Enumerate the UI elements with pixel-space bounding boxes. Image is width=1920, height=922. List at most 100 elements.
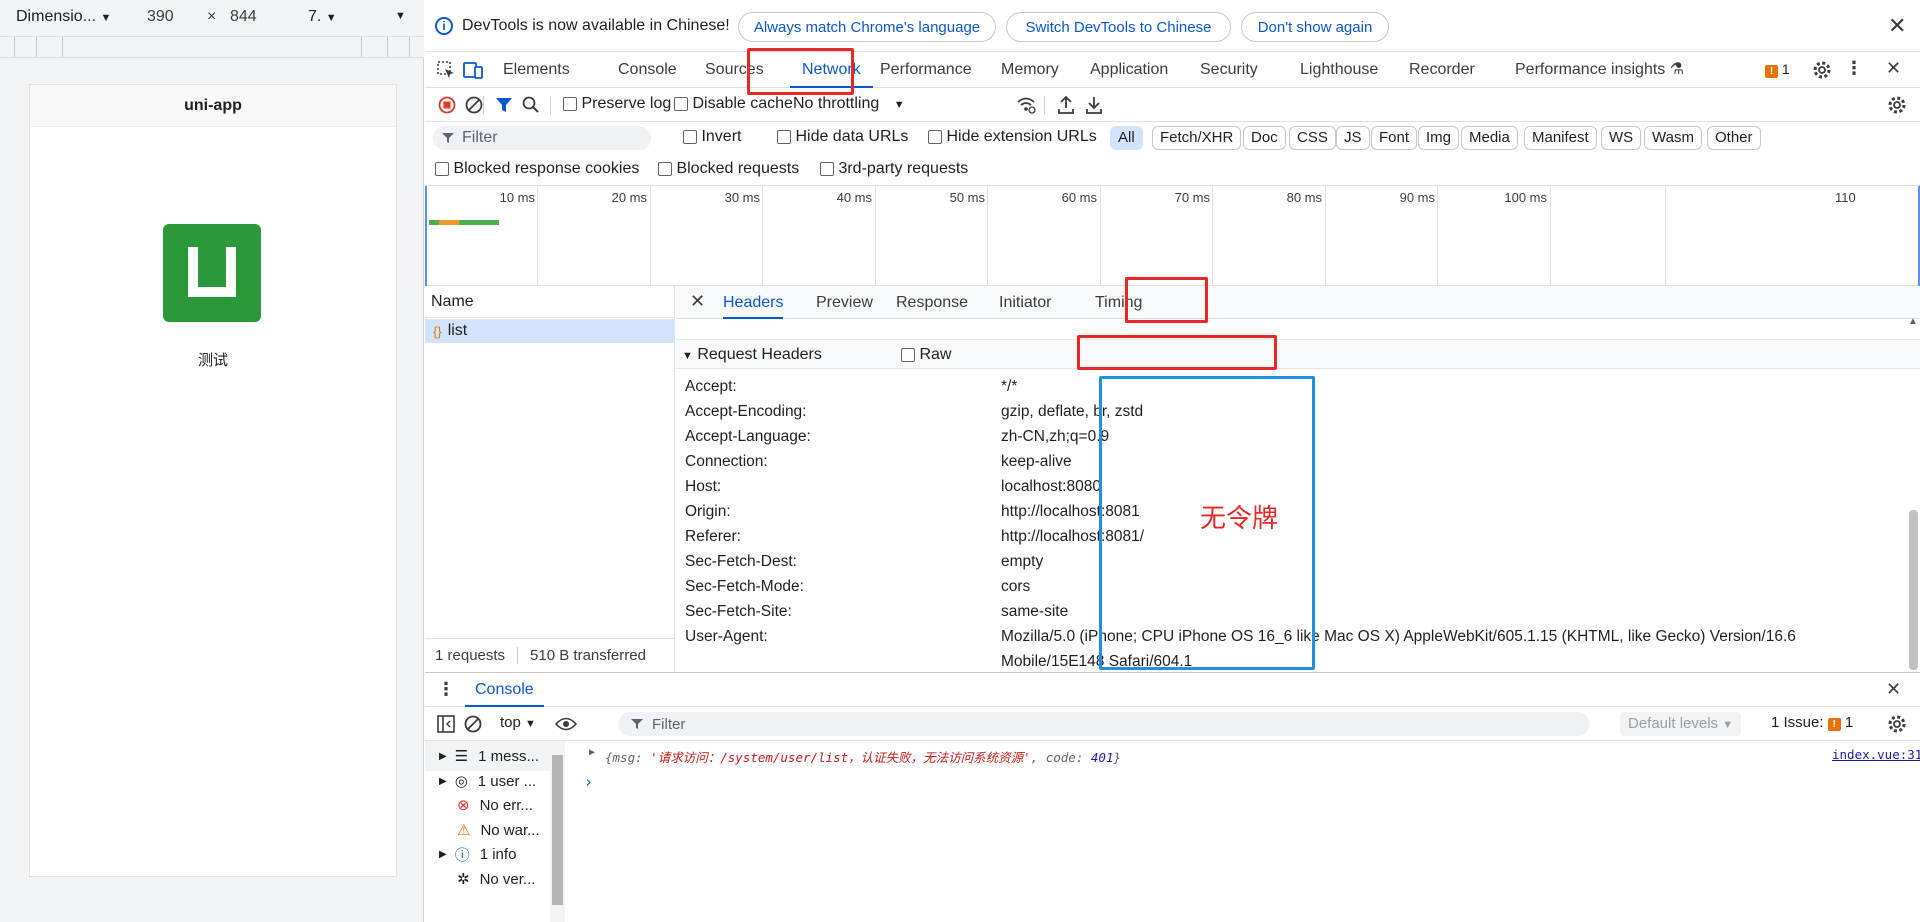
sidebar-toggle-icon[interactable] — [437, 715, 455, 733]
network-settings-gear-icon[interactable] — [1887, 95, 1907, 115]
drawer-menu-icon[interactable]: ⋮ — [437, 679, 455, 700]
search-icon[interactable] — [522, 96, 540, 114]
scroll-up-arrow[interactable]: ▲ — [1908, 316, 1918, 327]
tab-preview[interactable]: Preview — [816, 286, 873, 319]
clear-console-icon[interactable] — [464, 715, 482, 733]
tab-response[interactable]: Response — [896, 286, 968, 319]
console-filter-input[interactable]: Filter — [618, 712, 1590, 736]
tab-recorder[interactable]: Recorder — [1409, 52, 1475, 88]
network-conditions-icon[interactable] — [1016, 96, 1036, 114]
console-issues-link[interactable]: 1 Issue: ! 1 — [1771, 714, 1853, 731]
hide-extension-urls-checkbox[interactable]: Hide extension URLs — [928, 128, 1097, 146]
times-glyph: × — [207, 8, 217, 25]
disable-cache-checkbox[interactable]: Disable cache — [674, 95, 793, 113]
type-filter-media[interactable]: Media — [1461, 126, 1518, 150]
sidebar-label: No ver... — [479, 870, 536, 888]
type-filter-doc[interactable]: Doc — [1243, 126, 1286, 150]
raw-checkbox[interactable]: Raw — [901, 346, 951, 364]
blocked-response-cookies-checkbox[interactable]: Blocked response cookies — [435, 160, 639, 178]
header-name: Connection: — [685, 453, 768, 470]
tab-console[interactable]: Console — [618, 52, 677, 88]
triangle-right-icon: ▶ — [439, 848, 447, 860]
type-filter-ws[interactable]: WS — [1601, 126, 1642, 150]
tab-lighthouse[interactable]: Lighthouse — [1300, 52, 1378, 88]
info-icon: i — [435, 17, 453, 35]
invert-checkbox[interactable]: Invert — [683, 128, 741, 146]
throttling-select[interactable]: No throttling ▼ — [793, 95, 905, 113]
caret-down-icon: ▼ — [1722, 719, 1734, 731]
drawer-tab-console[interactable]: Console — [465, 673, 544, 707]
vertical-scrollbar[interactable]: ▲ — [1906, 316, 1920, 672]
console-settings-gear-icon[interactable] — [1887, 714, 1907, 734]
blocked-requests-checkbox[interactable]: Blocked requests — [658, 160, 799, 178]
sidebar-item-verbose[interactable]: ✲ No ver... — [425, 864, 550, 894]
triangle-down-icon: ▼ — [682, 350, 693, 362]
hide-data-urls-checkbox[interactable]: Hide data URLs — [777, 128, 908, 146]
device-select[interactable]: Dimensio... ▼ — [16, 8, 111, 26]
sidebar-scrollbar[interactable] — [550, 741, 565, 922]
source-link[interactable]: index.vue:31 — [1832, 747, 1920, 762]
width-input[interactable]: 390 — [147, 8, 174, 26]
height-input[interactable]: 844 — [230, 8, 257, 26]
type-filter-js[interactable]: JS — [1336, 126, 1370, 150]
console-toolbar: top ▼ Filter Default levels ▼ 1 Issue: !… — [425, 707, 1920, 741]
header-name: User-Agent: — [685, 628, 768, 645]
context-select[interactable]: top ▼ — [500, 714, 536, 731]
type-filter-other[interactable]: Other — [1707, 126, 1761, 150]
close-detail-icon[interactable]: ✕ — [690, 291, 705, 312]
gear-icon[interactable] — [1812, 60, 1832, 80]
eye-icon[interactable] — [555, 716, 577, 732]
close-devtools-icon[interactable]: ✕ — [1886, 58, 1901, 79]
record-stop-icon[interactable] — [438, 96, 456, 114]
type-filter-font[interactable]: Font — [1371, 126, 1418, 150]
close-icon[interactable]: ✕ — [1888, 13, 1906, 39]
match-language-button[interactable]: Always match Chrome's language — [738, 12, 996, 42]
third-party-requests-checkbox[interactable]: 3rd-party requests — [820, 160, 968, 178]
tab-security[interactable]: Security — [1200, 52, 1258, 88]
type-filter-img[interactable]: Img — [1418, 126, 1460, 150]
preserve-log-checkbox[interactable]: Preserve log — [563, 95, 671, 113]
filter-placeholder: Filter — [462, 129, 498, 146]
type-filter-wasm[interactable]: Wasm — [1644, 126, 1702, 150]
filter-funnel-icon[interactable] — [495, 96, 513, 114]
type-filter-css[interactable]: CSS — [1289, 126, 1336, 150]
import-har-icon[interactable] — [1057, 95, 1075, 115]
console-prompt-icon[interactable]: › — [584, 773, 593, 791]
more-options-icon[interactable]: ▼ — [395, 10, 406, 22]
dont-show-again-button[interactable]: Don't show again — [1241, 12, 1389, 42]
filter-funnel-icon — [442, 133, 454, 143]
network-overview-timeline[interactable]: 10 ms 20 ms 30 ms 40 ms 50 ms 60 ms 70 m… — [425, 186, 1920, 286]
filter-input[interactable]: Filter — [433, 126, 651, 150]
type-filter-manifest[interactable]: Manifest — [1524, 126, 1597, 150]
tab-performance[interactable]: Performance — [880, 52, 972, 88]
sidebar-label: No war... — [480, 821, 540, 839]
filter-bar: Filter Invert Hide data URLs Hide extens… — [425, 122, 1920, 154]
clear-icon[interactable] — [465, 96, 483, 114]
tab-headers[interactable]: Headers — [723, 286, 784, 319]
tab-performance-insights[interactable]: Performance insights ⚗ — [1515, 52, 1684, 88]
name-column-header[interactable]: Name — [425, 286, 675, 318]
zoom-select[interactable]: 7. ▼ — [308, 8, 337, 26]
log-levels-select[interactable]: Default levels ▼ — [1620, 712, 1742, 736]
tick-label: 30 ms — [724, 190, 760, 205]
switch-to-chinese-button[interactable]: Switch DevTools to Chinese — [1006, 12, 1231, 42]
request-row-list[interactable]: {} list — [425, 319, 675, 343]
tab-memory[interactable]: Memory — [1001, 52, 1059, 88]
export-har-icon[interactable] — [1085, 95, 1103, 115]
tab-application[interactable]: Application — [1090, 52, 1168, 88]
issues-badge[interactable]: ! 1 — [1765, 61, 1790, 78]
section-toggle[interactable]: ▼ Request Headers — [682, 346, 822, 364]
filter-bar-secondary: Blocked response cookies Blocked request… — [425, 154, 1920, 186]
tab-elements[interactable]: Elements — [503, 52, 570, 88]
expand-triangle-icon[interactable]: ▶ — [589, 747, 595, 758]
media-query-ruler[interactable] — [0, 36, 424, 58]
device-toolbar-icon[interactable] — [463, 61, 483, 79]
tab-initiator[interactable]: Initiator — [999, 286, 1051, 319]
kebab-menu-icon[interactable]: ⋮ — [1845, 58, 1863, 79]
request-headers-section-header[interactable]: ▼ Request Headers Raw — [676, 339, 1920, 369]
type-filter-all[interactable]: All — [1110, 126, 1143, 150]
type-filter-fetch-xhr[interactable]: Fetch/XHR — [1152, 126, 1242, 150]
inspect-element-icon[interactable] — [437, 61, 455, 79]
close-drawer-icon[interactable]: ✕ — [1886, 679, 1901, 700]
scroll-thumb[interactable] — [1909, 510, 1918, 670]
